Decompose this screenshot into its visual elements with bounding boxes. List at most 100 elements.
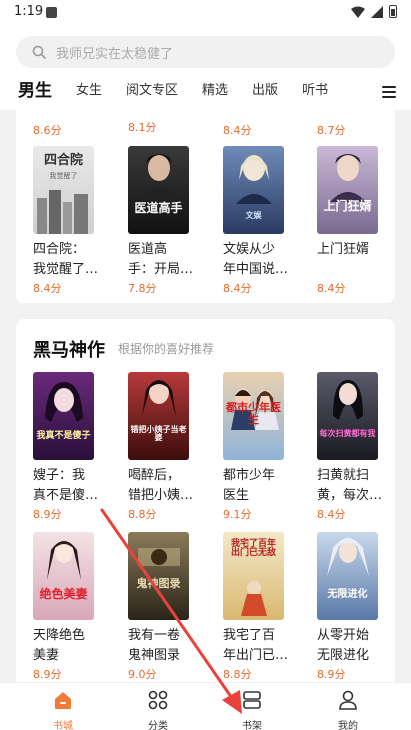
tab-male[interactable]: 男生 — [18, 81, 52, 101]
book-item[interactable]: 四合院 我觉醒了 四合院： 我觉醒了… 8.4分 — [33, 146, 111, 296]
book-score: 8.8分 — [223, 668, 252, 681]
cover-art — [45, 382, 83, 422]
book-cover: 我宅了百年出门已无敌 — [223, 532, 284, 620]
cover-title: 上门狂婿 — [323, 199, 372, 213]
book-score: 8.9分 — [317, 668, 346, 681]
category-tabs: 男生 女生 阅文专区 精选 出版 听书 — [18, 81, 352, 101]
notification-icon — [46, 7, 57, 18]
book-title: 四合院： 我觉醒了… — [33, 242, 99, 277]
book-title: 上门狂婿 — [317, 242, 370, 257]
book-title: 喝醉后， 错把小姨… — [128, 468, 194, 503]
cover-title: 都市少年医生 — [226, 401, 281, 426]
cover-art — [333, 380, 363, 420]
search-placeholder: 我师兄实在太稳健了 — [56, 46, 174, 62]
cover-art — [47, 541, 81, 580]
cover-art — [142, 380, 176, 416]
book-item[interactable]: 我真不是傻子 嫂子：我 真不是傻… 8.9分 — [33, 372, 111, 522]
book-score: 8.8分 — [128, 508, 157, 521]
status-indicators — [351, 5, 397, 18]
dark-horse-section: 黑马神作 根据你的喜好推荐 我真不是傻子 嫂子：我 真不是傻… 8.9分 错把小姨… — [16, 319, 395, 689]
tab-audiobook[interactable]: 听书 — [302, 81, 328, 101]
book-item[interactable]: 每次扫黄都有我 扫黄就扫 黄，每次… 8.4分 — [317, 372, 395, 522]
book-cover: 绝色美妻 — [33, 532, 94, 620]
cover-title: 四合院 — [43, 153, 83, 168]
book-score: 8.1分 — [128, 121, 157, 134]
book-title: 嫂子：我 真不是傻… — [33, 468, 99, 503]
book-cover: 错把小姨子当老婆 — [128, 372, 189, 460]
menu-icon[interactable] — [382, 86, 396, 98]
book-score: 8.4分 — [317, 282, 346, 295]
book-title: 天降绝色 美妻 — [33, 628, 86, 663]
section-title: 黑马神作 — [33, 340, 105, 361]
book-score: 8.4分 — [317, 508, 346, 521]
book-score: 8.4分 — [223, 282, 252, 295]
signal-icon — [371, 5, 383, 18]
book-title: 我有一卷 鬼神图录 — [128, 628, 181, 663]
book-item[interactable]: 上门狂婿 上门狂婿 8.4分 — [317, 146, 395, 296]
book-item[interactable]: 错把小姨子当老婆 喝醉后， 错把小姨… 8.8分 — [128, 372, 206, 522]
bookshelf-icon — [243, 691, 261, 709]
book-cover: 上门狂婿 — [317, 146, 378, 234]
nav-label: 分类 — [148, 721, 168, 730]
cover-title: 鬼神图录 — [136, 577, 181, 590]
wifi-icon — [351, 6, 365, 18]
book-item[interactable]: 鬼神图录 我有一卷 鬼神图录 9.0分 — [128, 532, 206, 682]
cover-title: 我真不是傻子 — [36, 431, 91, 441]
tab-female[interactable]: 女生 — [76, 81, 102, 101]
nav-bookshelf[interactable]: 书架 — [222, 689, 282, 730]
tab-yuewen[interactable]: 阅文专区 — [126, 81, 178, 101]
cover-title: 文娱 — [245, 211, 262, 220]
book-cover: 鬼神图录 — [128, 532, 189, 620]
cover-title: 医道高手 — [134, 201, 183, 215]
book-title: 我宅了百 年出门已… — [223, 628, 289, 663]
nav-profile[interactable]: 我的 — [318, 689, 378, 730]
status-bar: 1:19 — [0, 0, 411, 26]
book-score: 8.4分 — [223, 124, 252, 137]
book-item[interactable]: 绝色美妻 天降绝色 美妻 8.9分 — [33, 532, 111, 682]
book-title: 文娱从少 年中国说… — [223, 242, 289, 277]
search-icon — [32, 45, 46, 59]
book-score: 8.9分 — [33, 508, 62, 521]
book-item[interactable]: 文娱 文娱从少 年中国说… 8.4分 — [223, 146, 301, 296]
book-title: 从零开始 无限进化 — [317, 628, 370, 663]
search-bar[interactable]: 我师兄实在太稳健了 — [16, 36, 395, 68]
cover-art — [236, 155, 272, 204]
book-cover: 都市少年医生 — [223, 372, 284, 460]
cover-art — [330, 154, 366, 202]
book-score: 7.8分 — [128, 282, 157, 295]
nav-category[interactable]: 分类 — [128, 689, 188, 730]
cover-title: 绝色美妻 — [39, 587, 88, 601]
nav-bookstore[interactable]: 书城 — [33, 689, 93, 730]
book-score: 8.4分 — [33, 282, 62, 295]
user-icon — [339, 690, 357, 710]
nav-label: 书架 — [242, 721, 262, 730]
cover-title: 错把小姨子当老婆 — [130, 425, 187, 443]
tab-featured[interactable]: 精选 — [202, 81, 228, 101]
book-score: 9.1分 — [223, 508, 252, 521]
header: 我师兄实在太稳健了 男生 女生 阅文专区 精选 出版 听书 — [0, 26, 411, 110]
nav-label: 书城 — [53, 721, 73, 730]
book-cover: 四合院 我觉醒了 — [33, 146, 94, 234]
tab-published[interactable]: 出版 — [252, 81, 278, 101]
book-item[interactable]: 无限进化 从零开始 无限进化 8.9分 — [317, 532, 395, 682]
battery-icon — [389, 5, 397, 18]
book-cover: 每次扫黄都有我 — [317, 372, 378, 460]
cover-art — [327, 538, 369, 576]
cover-title: 我宅了百年出门已无敌 — [230, 539, 276, 559]
book-cover: 无限进化 — [317, 532, 378, 620]
book-score: 8.9分 — [33, 668, 62, 681]
nav-label: 我的 — [338, 721, 358, 730]
book-item[interactable]: 我宅了百年出门已无敌 我宅了百 年出门已… 8.8分 — [223, 532, 301, 682]
book-item[interactable]: 都市少年医生 都市少年 医生 9.1分 — [223, 372, 301, 522]
book-cover: 我真不是傻子 — [33, 372, 94, 460]
book-item[interactable]: 医道高手 医道高 手：开局… 7.8分 — [128, 146, 206, 296]
cover-subtitle: 我觉醒了 — [49, 172, 78, 180]
cover-art — [37, 190, 88, 234]
book-list-card: 8.6分 8.1分 8.4分 8.7分 四合院 我觉醒了 四合院： 我觉醒了… 8… — [16, 110, 395, 303]
cover-art — [241, 581, 267, 616]
book-title: 扫黄就扫 黄，每次… — [317, 468, 383, 503]
book-cover: 医道高手 — [128, 146, 189, 234]
book-score: 9.0分 — [128, 668, 157, 681]
status-time: 1:19 — [14, 4, 44, 19]
book-score: 8.7分 — [317, 124, 346, 137]
